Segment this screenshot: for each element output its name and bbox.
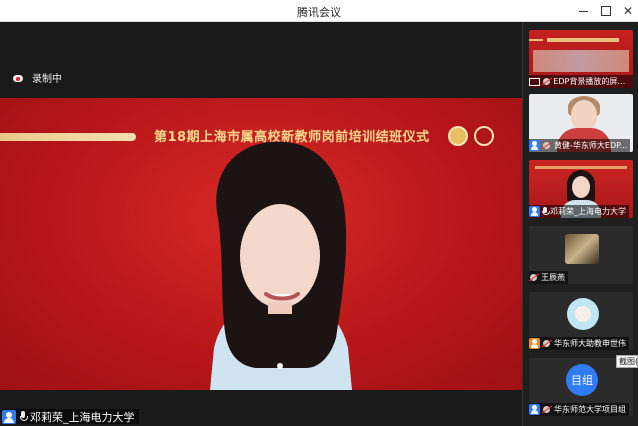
participant-avatar-image [567,298,599,330]
participant-name: 华东师范大学项目组 [554,405,626,414]
main-speaker-name-tag: 邓莉荣_上海电力大学 [2,409,139,424]
recording-indicator[interactable]: 录制中 [12,70,62,85]
participant-face [572,176,590,198]
user-icon [529,140,540,151]
speaker-video: 第18期上海市属高校新教师岗前培训结班仪式 [0,98,522,390]
participant-label: 华东师范大学项目组 [529,403,629,416]
maximize-icon[interactable] [598,3,614,19]
participant-name: EDP背景播放的屏幕... [553,77,630,86]
screen-share-icon [529,77,540,86]
user-icon [529,206,540,217]
slide-decoration [529,39,543,41]
mic-off-icon [529,273,539,282]
participant-name: 黄健-华东师大EDP... [554,141,628,150]
participant-label: 黄健-华东师大EDP... [529,139,631,152]
participant-name: 王辰燕 [541,273,565,282]
close-icon[interactable]: ✕ [620,3,636,19]
microphone-icon [19,411,28,422]
main-video-area[interactable]: 录制中 第18期上海市属高校新教师岗前培训结班仪式 邓莉荣_上海电力大学 [0,22,522,426]
camera-off-icon [542,77,552,86]
participant-label: 华东师大助教申世伟 [529,337,629,350]
microphone-icon [542,207,550,216]
user-icon [529,404,540,415]
participant-tile[interactable]: EDP背景播放的屏幕... [529,30,633,88]
user-icon [2,409,16,424]
mic-off-icon [542,339,552,348]
window-title: 腾讯会议 [297,6,341,19]
participant-label: 王辰燕 [529,271,568,284]
slide-title-decoration [547,38,619,42]
meeting-window: 腾讯会议 ✕ 录制中 第18期上海市属高校新教师岗前培训结班仪式 邓莉荣_上海电… [0,0,638,426]
participant-avatar: 目组 [566,364,598,396]
minimize-icon[interactable] [575,3,591,19]
participant-face [571,100,597,130]
participant-name: 华东师大助教申世伟 [554,339,626,348]
mic-off-icon [542,405,552,414]
participant-tile[interactable]: 邓莉荣_上海电力大学 [529,160,633,218]
participant-tile[interactable]: 王辰燕 [529,226,633,284]
participant-avatar-image [565,234,599,264]
participant-name: 邓莉荣_上海电力大学 [550,207,626,216]
cloud-record-icon [12,73,26,83]
slide-photo [533,50,629,72]
mic-off-icon [542,141,552,150]
participant-tile[interactable]: 华东师大助教申世伟 [529,292,633,350]
participant-label: 邓莉荣_上海电力大学 [529,205,629,218]
screenshot-tooltip: 截图( [616,355,638,368]
main-speaker-name: 邓莉荣_上海电力大学 [30,410,135,424]
speaker-portrait [210,141,352,390]
title-bar: 腾讯会议 ✕ [0,0,638,22]
recording-label: 录制中 [32,74,62,85]
slide-decoration [535,166,627,169]
user-icon [529,338,540,349]
participant-label: EDP背景播放的屏幕... [529,75,633,88]
participant-tile[interactable]: 黄健-华东师大EDP... [529,94,633,152]
